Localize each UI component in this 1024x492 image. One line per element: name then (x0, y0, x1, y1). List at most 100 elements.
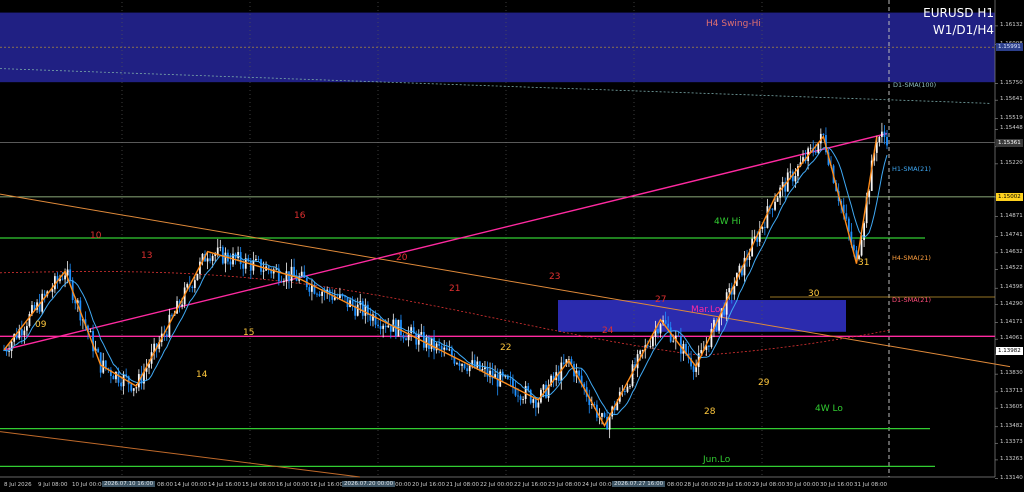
candle-body-169 (433, 337, 435, 351)
candle-19 (51, 283, 54, 298)
candle-body-80 (206, 258, 209, 262)
candle-42 (109, 367, 112, 384)
candle-291 (743, 250, 746, 282)
candle-64 (165, 331, 168, 341)
indicator-label-1: H1-SMA(21) (892, 165, 931, 173)
candle-body-165 (422, 332, 425, 348)
candle-body-212 (542, 384, 545, 390)
candle-345 (881, 122, 883, 143)
candle-195 (499, 369, 502, 388)
candle-219 (560, 356, 563, 390)
candle-80 (206, 251, 209, 270)
candle-338 (863, 221, 865, 248)
trend-line-down-2 (0, 431, 361, 478)
candle-158 (405, 333, 407, 341)
candle-255 (651, 335, 654, 350)
candle-body-311 (794, 175, 797, 182)
candle-44 (115, 371, 117, 383)
candle-body-82 (211, 255, 214, 261)
x-tick-label-13: 21 Jul 08:00 (446, 482, 479, 488)
candle-214 (547, 379, 550, 402)
candle-165 (422, 325, 425, 351)
candle-192 (491, 362, 494, 386)
candle-157 (402, 332, 405, 343)
x-tick-label-12: 20 Jul 16:00 (412, 482, 445, 488)
price-chart[interactable] (0, 0, 1024, 492)
candle-body-26 (69, 269, 72, 281)
candle-body-24 (64, 275, 66, 280)
price-tag-0: 1.15991 (996, 43, 1023, 52)
candle-body-226 (578, 370, 580, 376)
level-label-4w-lo: 4W Lo (815, 404, 843, 414)
y-tick-label-19: 1.13713 (1000, 387, 1023, 394)
price-tag-1: 1.15361 (996, 138, 1023, 147)
x-tick-label-8: 16 Jul 00:00 (276, 482, 309, 488)
candle-body-182 (466, 368, 469, 372)
y-tick-label-16: 1.14061 (1000, 335, 1023, 342)
price-tag-3: 1.13982 (996, 347, 1023, 356)
y-tick-label-10: 1.14741 (1000, 232, 1023, 239)
indicator-label-0: D1-SMA(100) (893, 81, 937, 89)
candle-body-23 (61, 278, 64, 280)
candle-body-303 (774, 201, 776, 210)
candle-body-139 (356, 304, 359, 316)
candle-149 (382, 323, 385, 338)
candle-124 (318, 291, 321, 297)
h1-sma21-line (3, 146, 888, 416)
y-tick-label-14: 1.14290 (1000, 300, 1023, 307)
candle-body-45 (117, 371, 120, 383)
candle-147 (377, 320, 379, 329)
level-label-4w-hi: 4W Hi (714, 217, 741, 227)
candle-body-202 (517, 395, 519, 397)
candle-81 (209, 253, 212, 264)
candle-134 (344, 295, 346, 301)
candle-body-72 (186, 284, 189, 288)
indicator-label-2: H4-SMA(21) (892, 254, 931, 262)
wave-label-09: 09 (35, 320, 47, 330)
candle-200 (512, 374, 514, 394)
wave-label-13: 13 (141, 251, 153, 261)
candle-body-271 (692, 366, 695, 372)
y-tick-label-11: 1.14632 (1000, 248, 1023, 255)
candle-body-76 (196, 273, 199, 281)
candle-159 (407, 326, 410, 347)
candle-body-260 (664, 320, 667, 324)
candle-143 (366, 301, 369, 323)
candle-body-190 (486, 367, 489, 377)
candle-body-346 (883, 131, 886, 137)
candle-body-255 (651, 336, 654, 347)
candle-272 (695, 359, 698, 378)
candle-113 (290, 259, 293, 288)
candle-body-50 (130, 384, 133, 391)
candle-10 (28, 311, 31, 328)
candle-body-118 (303, 271, 306, 278)
candle-230 (588, 389, 591, 414)
timeframe-set: W1/D1/H4 (932, 23, 994, 37)
candle-139 (356, 297, 359, 317)
candle-141 (361, 298, 364, 320)
x-tick-label-20: 28 Jul 00:00 (684, 482, 717, 488)
candle-body-245 (626, 386, 629, 392)
candle-body-9 (26, 326, 28, 331)
candle-39 (102, 352, 105, 374)
candle-35 (92, 324, 94, 358)
candle-130 (333, 289, 336, 301)
candle-209 (534, 397, 537, 417)
candle-body-114 (293, 266, 295, 276)
candle-86 (221, 245, 224, 265)
candle-body-109 (280, 281, 283, 283)
candle-body-300 (766, 206, 769, 228)
x-tick-label-1: 9 Jul 08:00 (38, 482, 68, 488)
y-tick-label-20: 1.13605 (1000, 404, 1023, 411)
y-tick-label-15: 1.14171 (1000, 318, 1023, 325)
candle-body-194 (496, 374, 499, 387)
chart-window[interactable]: EURUSD H1 W1/D1/H4 09 10 13 14 15 16 20 21 22 23 2… (0, 0, 1024, 492)
candle-179 (458, 360, 461, 371)
candle-body-203 (519, 396, 522, 400)
candle-181 (463, 363, 466, 370)
x-tick-label-25: 31 Jul 08:00 (854, 482, 887, 488)
candle-body-120 (308, 287, 311, 292)
candle-160 (410, 324, 413, 341)
candle-body-319 (814, 151, 817, 153)
candle-body-117 (300, 271, 303, 277)
